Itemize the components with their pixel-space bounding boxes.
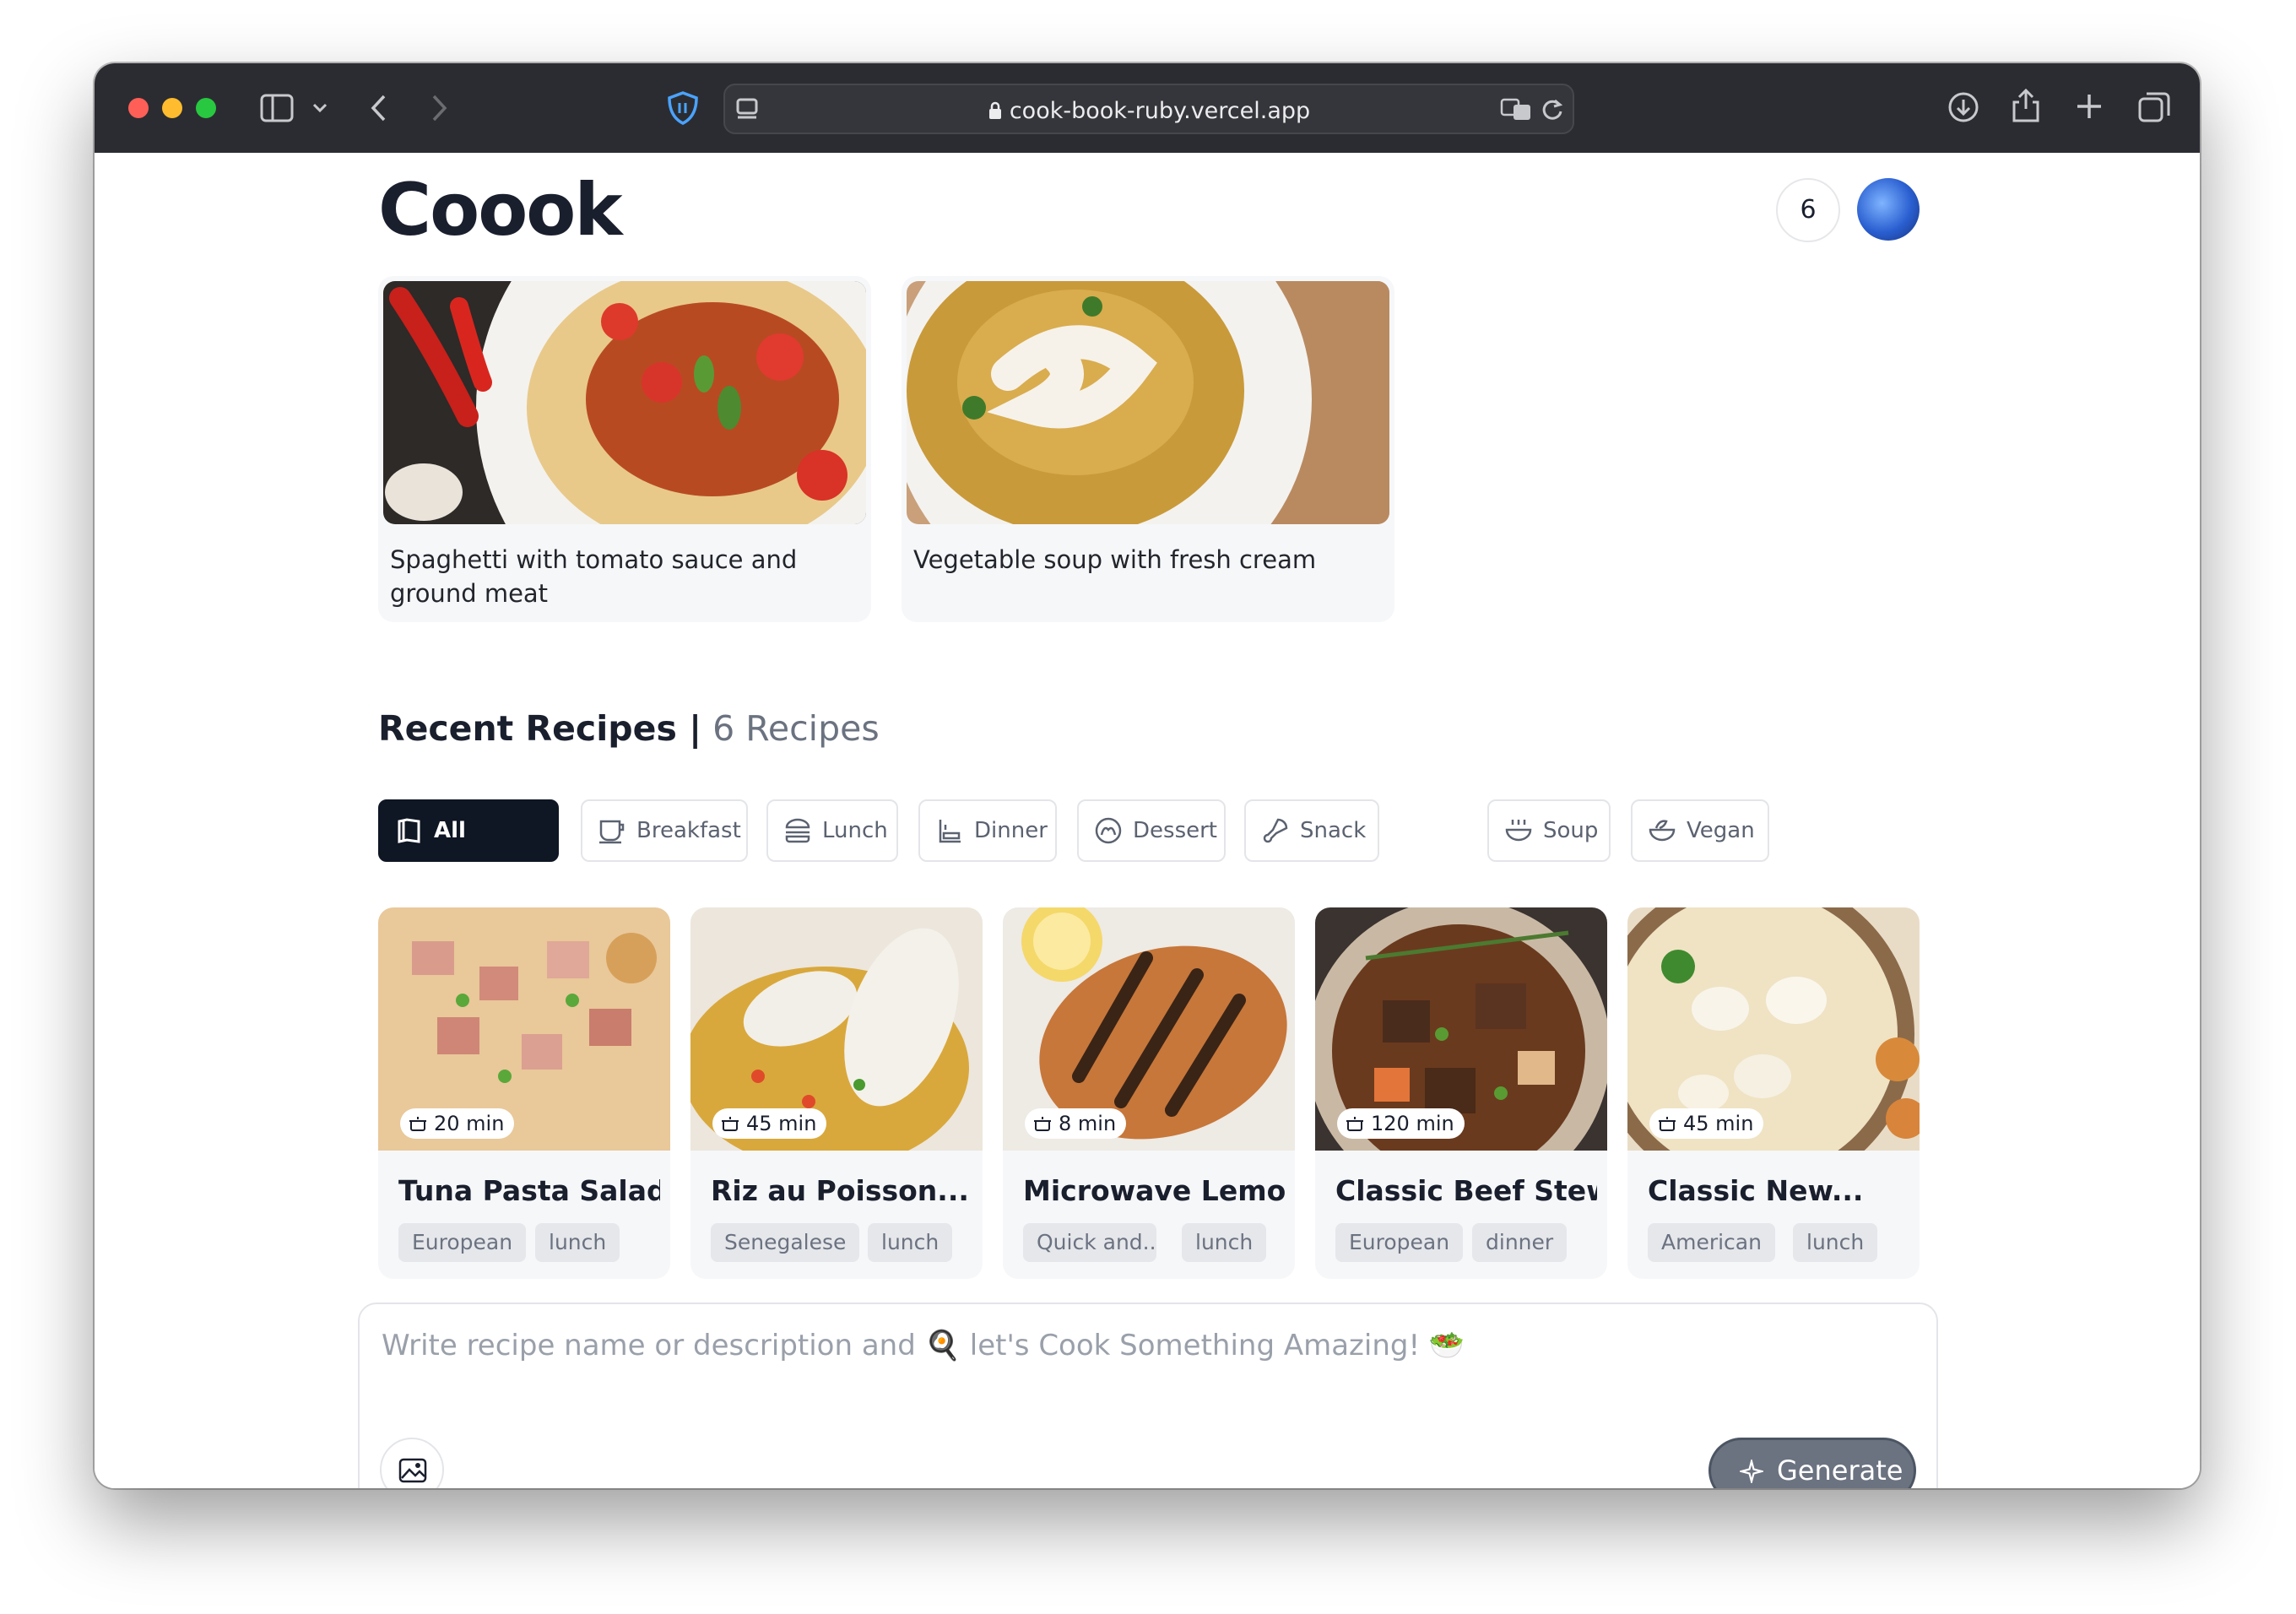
sidebar-toggle-icon[interactable] <box>260 94 294 122</box>
download-icon[interactable] <box>1947 90 1980 124</box>
recipes-count: 6 Recipes <box>712 708 880 749</box>
category-soup[interactable]: Soup <box>1487 799 1611 862</box>
featured-title: Spaghetti with tomato sauce and ground m… <box>390 545 798 608</box>
recipe-card[interactable]: 45 min Classic New... American lunch <box>1627 907 1920 1279</box>
book-icon <box>398 818 420 843</box>
dessert-icon <box>1095 817 1122 844</box>
meal-tag[interactable]: lunch <box>535 1223 620 1262</box>
recipe-card[interactable]: 45 min Riz au Poisson... Senegalese lunc… <box>690 907 983 1279</box>
zoom-window-button[interactable] <box>196 98 216 118</box>
reload-icon[interactable] <box>1541 97 1564 122</box>
cook-time: 45 min <box>712 1108 827 1139</box>
tabs-overview-icon[interactable] <box>2137 90 2171 124</box>
image-icon <box>398 1458 427 1483</box>
burger-icon <box>785 818 810 843</box>
browser-toolbar: cook-book-ruby.vercel.app <box>95 63 2200 153</box>
back-icon[interactable] <box>369 94 387 122</box>
url-text: cook-book-ruby.vercel.app <box>725 98 1573 124</box>
cuisine-tag[interactable]: European <box>1335 1223 1464 1262</box>
pot-icon <box>409 1117 426 1131</box>
cook-time: 8 min <box>1025 1108 1127 1139</box>
sparkle-icon <box>1740 1460 1763 1483</box>
cuisine-tag[interactable]: Senegalese <box>711 1223 860 1262</box>
pot-icon <box>722 1117 739 1131</box>
recipe-card[interactable]: 120 min Classic Beef Stew European dinne… <box>1315 907 1607 1279</box>
user-avatar[interactable] <box>1857 178 1920 241</box>
featured-card[interactable]: Spaghetti with tomato sauce and ground m… <box>378 276 871 622</box>
minimize-window-button[interactable] <box>162 98 182 118</box>
category-lunch[interactable]: Lunch <box>766 799 898 862</box>
recipe-card[interactable]: 20 min Tuna Pasta Salad European lunch <box>378 907 670 1279</box>
featured-card[interactable]: Vegetable soup with fresh cream <box>902 276 1394 622</box>
recipe-title: Tuna Pasta Salad <box>398 1174 660 1207</box>
translate-icon[interactable] <box>1500 97 1534 122</box>
browser-window: cook-book-ruby.vercel.app Coook 6 Spaghe… <box>95 63 2200 1488</box>
logo[interactable]: Coook <box>378 168 623 252</box>
notification-count-badge[interactable]: 6 <box>1776 178 1840 242</box>
soup-icon <box>1505 820 1532 842</box>
cuisine-tag[interactable]: Quick and... <box>1023 1223 1156 1262</box>
featured-image-spaghetti <box>383 281 866 524</box>
cook-time: 20 min <box>400 1108 515 1139</box>
salad-icon <box>1649 820 1676 842</box>
category-snack[interactable]: Snack <box>1244 799 1379 862</box>
category-all-recipes[interactable]: All Recipes <box>378 799 559 902</box>
dinner-icon <box>939 820 961 843</box>
featured-title: Vegetable soup with fresh cream <box>913 545 1317 574</box>
generate-button[interactable]: Generate <box>1708 1438 1916 1488</box>
cook-time: 120 min <box>1337 1108 1465 1139</box>
share-icon[interactable] <box>2011 87 2041 124</box>
upload-image-button[interactable] <box>380 1438 444 1488</box>
page: Coook 6 Spaghetti with tomato sauce and … <box>95 153 2200 1488</box>
address-bar[interactable]: cook-book-ruby.vercel.app <box>723 84 1574 134</box>
category-dinner[interactable]: Dinner <box>918 799 1057 862</box>
category-breakfast[interactable]: Breakfast <box>581 799 748 862</box>
meal-tag[interactable]: lunch <box>1793 1223 1878 1262</box>
cook-time: 45 min <box>1649 1108 1764 1139</box>
cuisine-tag[interactable]: European <box>398 1223 527 1262</box>
recipe-title: Riz au Poisson... <box>711 1174 969 1207</box>
shield-icon[interactable] <box>666 90 700 126</box>
pot-icon <box>1346 1117 1363 1131</box>
recipe-composer: Generate <box>358 1303 1938 1488</box>
close-window-button[interactable] <box>128 98 149 118</box>
recipe-title: Microwave Lemo... <box>1023 1174 1285 1207</box>
meal-tag[interactable]: lunch <box>1182 1223 1267 1262</box>
new-tab-icon[interactable] <box>2075 92 2104 121</box>
chevron-down-icon[interactable] <box>312 102 328 114</box>
forward-icon[interactable] <box>430 94 449 122</box>
recipe-prompt-input[interactable] <box>380 1319 1649 1372</box>
drumstick-icon <box>1263 818 1288 843</box>
meal-tag[interactable]: lunch <box>868 1223 953 1262</box>
coffee-icon <box>599 820 625 844</box>
category-dessert[interactable]: Dessert <box>1077 799 1226 862</box>
recipe-title: Classic Beef Stew <box>1335 1174 1597 1207</box>
category-vegan[interactable]: Vegan <box>1631 799 1769 862</box>
pot-icon <box>1034 1117 1051 1131</box>
recipe-title: Classic New... <box>1648 1174 1864 1207</box>
recent-recipes-heading: Recent Recipes | 6 Recipes <box>378 708 880 749</box>
featured-image-soup <box>907 281 1389 524</box>
recipe-card[interactable]: 8 min Microwave Lemo... Quick and... lun… <box>1003 907 1295 1279</box>
meal-tag[interactable]: dinner <box>1472 1223 1568 1262</box>
pot-icon <box>1659 1117 1676 1131</box>
lock-icon <box>988 101 1001 119</box>
cuisine-tag[interactable]: American <box>1648 1223 1775 1262</box>
